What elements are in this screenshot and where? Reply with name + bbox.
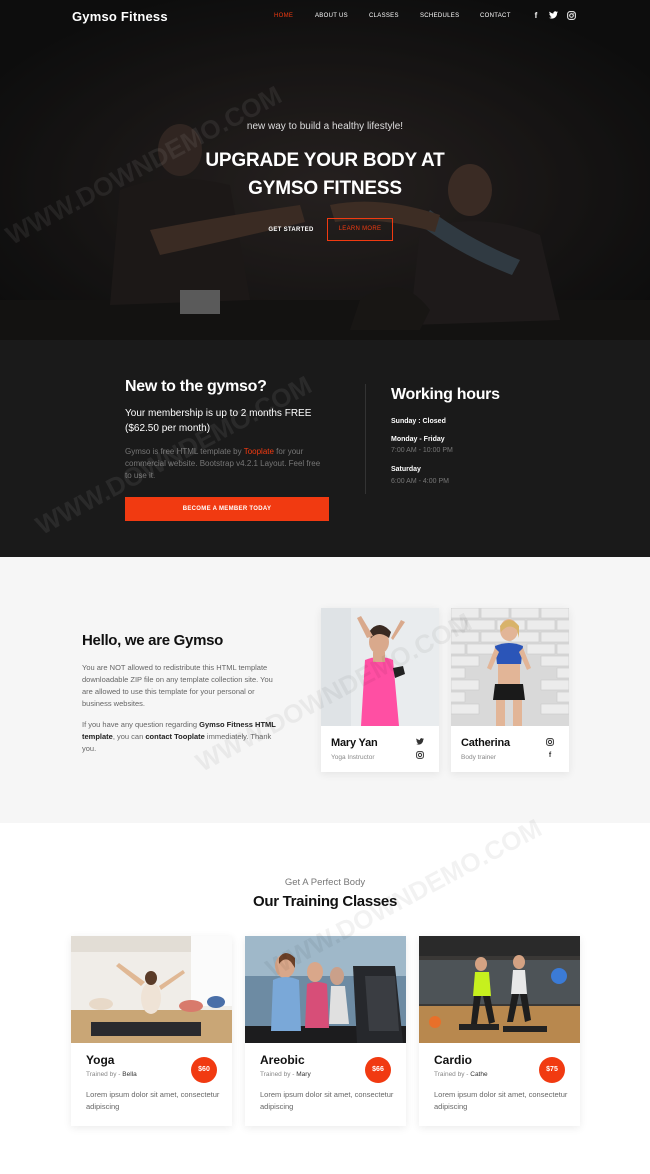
tooplate-link[interactable]: Tooplate	[244, 447, 274, 456]
instagram-icon[interactable]	[545, 738, 555, 748]
price-badge: $66	[365, 1057, 391, 1083]
trainer-name: Mary	[296, 1071, 311, 1078]
hero-title: UPGRADE YOUR BODY AT GYMSO FITNESS	[0, 147, 650, 203]
class-trainer: Trained by - Cathe	[434, 1071, 488, 1078]
about-text-2: , you can	[112, 732, 146, 741]
class-photo	[419, 936, 580, 1043]
membership-section: New to the gymso? Your membership is up …	[0, 340, 650, 557]
class-card-cardio[interactable]: Cardio Trained by - Cathe $75 Lorem ipsu…	[419, 936, 580, 1126]
classes-kicker: Get A Perfect Body	[284, 877, 366, 888]
trainer-card: Catherina Body trainer f	[451, 608, 569, 772]
membership-heading: New to the gymso?	[125, 378, 267, 395]
price-badge: $60	[191, 1057, 217, 1083]
hero-title-line-1: UPGRADE YOUR BODY AT	[205, 150, 445, 171]
hours-day-weekdays: Monday - Friday	[391, 436, 445, 443]
classes-heading: Our Training Classes	[252, 893, 398, 910]
trainer-photo	[321, 608, 439, 726]
trainer-card: Mary Yan Yoga Instructor	[321, 608, 439, 772]
about-paragraph-1: You are NOT allowed to redistribute this…	[82, 663, 273, 708]
nav-item-about-us[interactable]: ABOUT US	[315, 13, 348, 19]
desc-text-1: Gymso is free HTML template by	[125, 447, 244, 456]
class-description: Lorem ipsum dolor sit amet, consectetur …	[434, 1090, 568, 1111]
class-name: Areobic	[260, 1053, 305, 1067]
trainer-name: Cathe	[470, 1071, 488, 1078]
instagram-icon[interactable]	[415, 751, 425, 761]
class-trainer: Trained by - Mary	[260, 1071, 311, 1078]
nav-item-classes[interactable]: CLASSES	[369, 13, 399, 19]
vertical-divider	[365, 384, 366, 494]
trainer-prefix: Trained by -	[260, 1071, 297, 1078]
about-paragraph-2: If you have any question regarding Gymso…	[82, 719, 282, 755]
class-photo	[71, 936, 232, 1043]
membership-description: Gymso is free HTML template by Tooplate …	[125, 446, 325, 482]
about-section: Hello, we are Gymso You are NOT allowed …	[0, 557, 650, 823]
learn-more-button[interactable]: LEARN MORE	[327, 218, 393, 241]
trainer-role: Body trainer	[461, 754, 497, 761]
class-trainer: Trained by - Bella	[86, 1071, 137, 1078]
trainer-name: Bella	[122, 1071, 137, 1078]
nav-item-contact[interactable]: CONTACT	[480, 13, 511, 19]
hero-title-line-2: GYMSO FITNESS	[248, 178, 402, 199]
hours-day-sunday: Sunday : Closed	[391, 418, 446, 425]
offer-line-1: Your membership is up to 2 months FREE	[125, 408, 312, 419]
class-card-areobic[interactable]: Areobic Trained by - Mary $66 Lorem ipsu…	[245, 936, 406, 1126]
class-description: Lorem ipsum dolor sit amet, consectetur …	[86, 1090, 220, 1111]
working-hours-heading: Working hours	[391, 386, 500, 403]
class-name: Cardio	[434, 1053, 473, 1067]
hours-day-saturday: Saturday	[391, 466, 421, 473]
trainer-name: Mary Yan	[331, 737, 378, 749]
trainer-photo	[451, 608, 569, 726]
price-badge: $75	[539, 1057, 565, 1083]
about-text-1: If you have any question regarding	[82, 720, 200, 729]
twitter-icon[interactable]	[415, 738, 425, 748]
brand-logo[interactable]: Gymso Fitness	[72, 9, 168, 24]
class-card-yoga[interactable]: Yoga Trained by - Bella $60 Lorem ipsum …	[71, 936, 232, 1126]
hours-time-weekdays: 7:00 AM - 10:00 PM	[391, 447, 453, 454]
nav-item-schedules[interactable]: SCHEDULES	[420, 13, 459, 19]
class-name: Yoga	[86, 1053, 115, 1067]
get-started-button[interactable]: GET STARTED	[260, 219, 322, 241]
twitter-icon[interactable]	[548, 11, 558, 21]
offer-line-2: ($62.50 per month)	[125, 423, 211, 434]
trainer-name: Catherina	[461, 737, 510, 749]
about-heading: Hello, we are Gymso	[82, 632, 224, 649]
trainer-prefix: Trained by -	[86, 1071, 123, 1078]
hero-subtitle: new way to build a healthy lifestyle!	[246, 121, 404, 132]
classes-section: Get A Perfect Body Our Training Classes …	[0, 813, 650, 1174]
hero-section: Gymso Fitness HOME ABOUT US CLASSES SCHE…	[0, 0, 650, 340]
nav-item-home[interactable]: HOME	[274, 13, 293, 19]
facebook-icon[interactable]: f	[545, 751, 555, 761]
class-photo	[245, 936, 406, 1043]
instagram-icon[interactable]	[566, 11, 576, 21]
top-navbar: Gymso Fitness HOME ABOUT US CLASSES SCHE…	[0, 0, 650, 34]
trainer-role: Yoga Instructor	[331, 754, 375, 761]
contact-tooplate-link[interactable]: contact Tooplate	[145, 732, 204, 741]
facebook-icon[interactable]: f	[531, 11, 541, 21]
become-member-button[interactable]: BECOME A MEMBER TODAY	[125, 497, 329, 521]
membership-offer: Your membership is up to 2 months FREE (…	[125, 406, 335, 436]
class-description: Lorem ipsum dolor sit amet, consectetur …	[260, 1090, 394, 1111]
hours-time-saturday: 6:00 AM - 4:00 PM	[391, 478, 449, 485]
trainer-prefix: Trained by -	[434, 1071, 471, 1078]
